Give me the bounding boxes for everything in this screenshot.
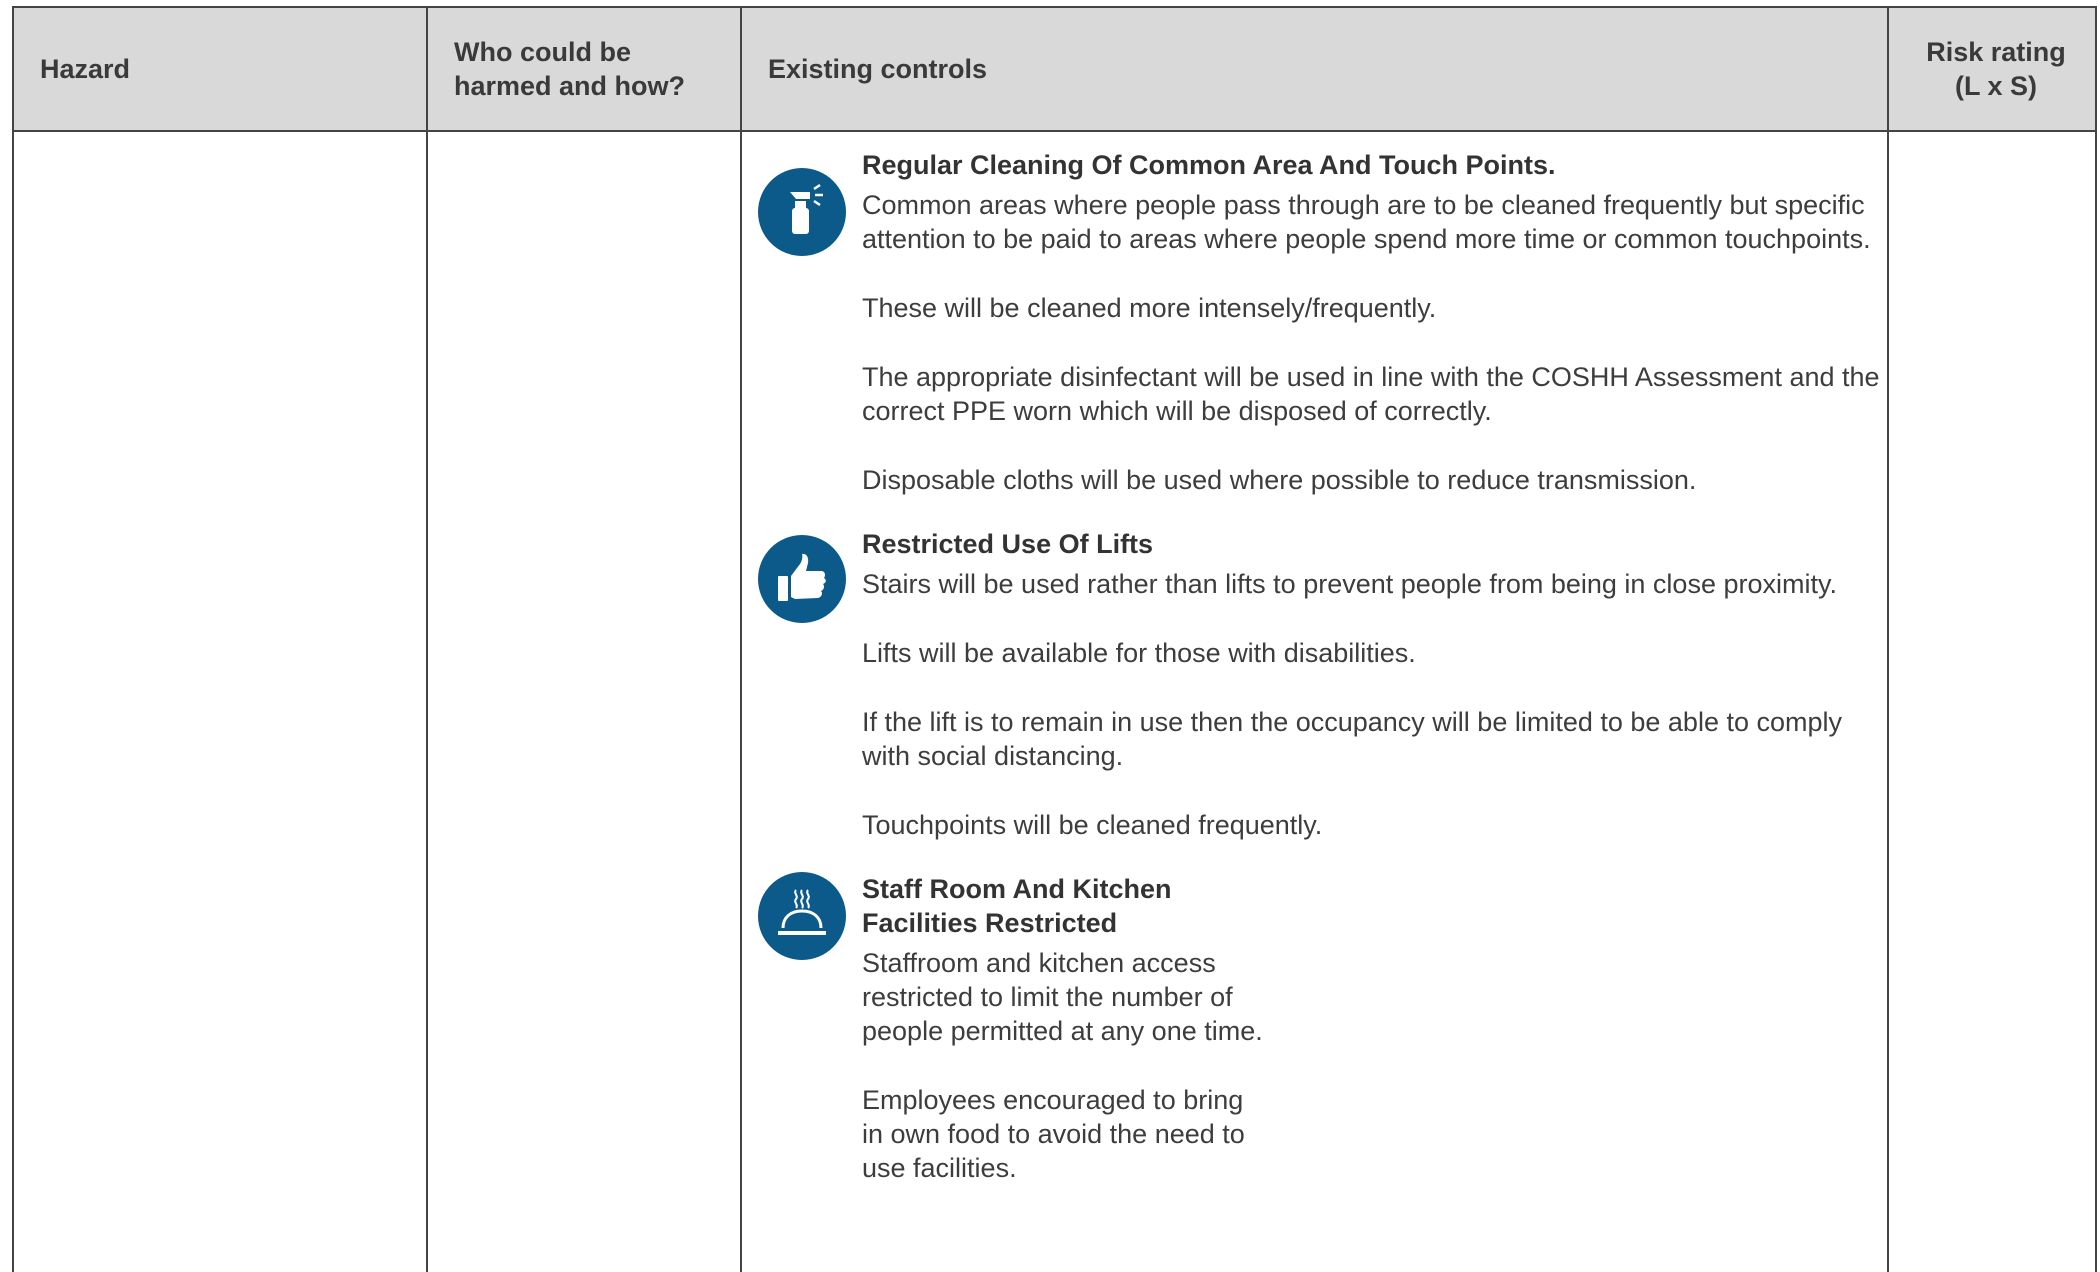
control-paragraph: Lifts will be available for those with d… <box>862 638 1416 668</box>
control-paragraph: These will be cleaned more intensely/fre… <box>862 293 1437 323</box>
thumbs-up-icon <box>758 535 846 623</box>
control-paragraph: Touchpoints will be cleaned frequently. <box>862 810 1323 840</box>
control-paragraph: The appropriate disinfectant will be use… <box>862 362 1880 426</box>
control-item-lifts: Restricted Use Of Lifts Stairs will be u… <box>742 527 1882 842</box>
control-paragraph: If the lift is to remain in use then the… <box>862 707 1843 771</box>
control-item-cleaning: Regular Cleaning Of Common Area And Touc… <box>742 148 1882 497</box>
table-header: Hazard Who could be harmed and how? Exis… <box>14 8 2095 132</box>
control-item-staff-room: Staff Room And Kitchen Facilities Restri… <box>742 872 1882 1185</box>
control-paragraph: Stairs will be used rather than lifts to… <box>862 569 1837 599</box>
control-paragraph: Disposable cloths will be used where pos… <box>862 465 1697 495</box>
header-risk-rating: Risk rating (L x S) <box>1926 37 2066 101</box>
column-divider <box>426 8 428 1272</box>
control-paragraph: Staffroom and kitchen access restricted … <box>862 948 1263 1046</box>
column-divider <box>1887 8 1889 1272</box>
control-paragraph: Common areas where people pass through a… <box>862 190 1871 254</box>
risk-assessment-table: Hazard Who could be harmed and how? Exis… <box>12 6 2097 1272</box>
spray-bottle-icon <box>758 168 846 256</box>
control-title: Restricted Use Of Lifts <box>862 529 1154 559</box>
control-paragraph: Employees encouraged to bring in own foo… <box>862 1085 1245 1183</box>
existing-controls-cell: Regular Cleaning Of Common Area And Touc… <box>742 132 1882 1185</box>
control-title: Regular Cleaning Of Common Area And Touc… <box>862 150 1556 180</box>
header-hazard: Hazard <box>40 54 131 84</box>
food-cloche-icon <box>758 872 846 960</box>
header-who-harmed: Who could be harmed and how? <box>454 37 686 101</box>
control-title: Staff Room And Kitchen Facilities Restri… <box>862 874 1172 938</box>
header-existing-controls: Existing controls <box>768 54 988 84</box>
